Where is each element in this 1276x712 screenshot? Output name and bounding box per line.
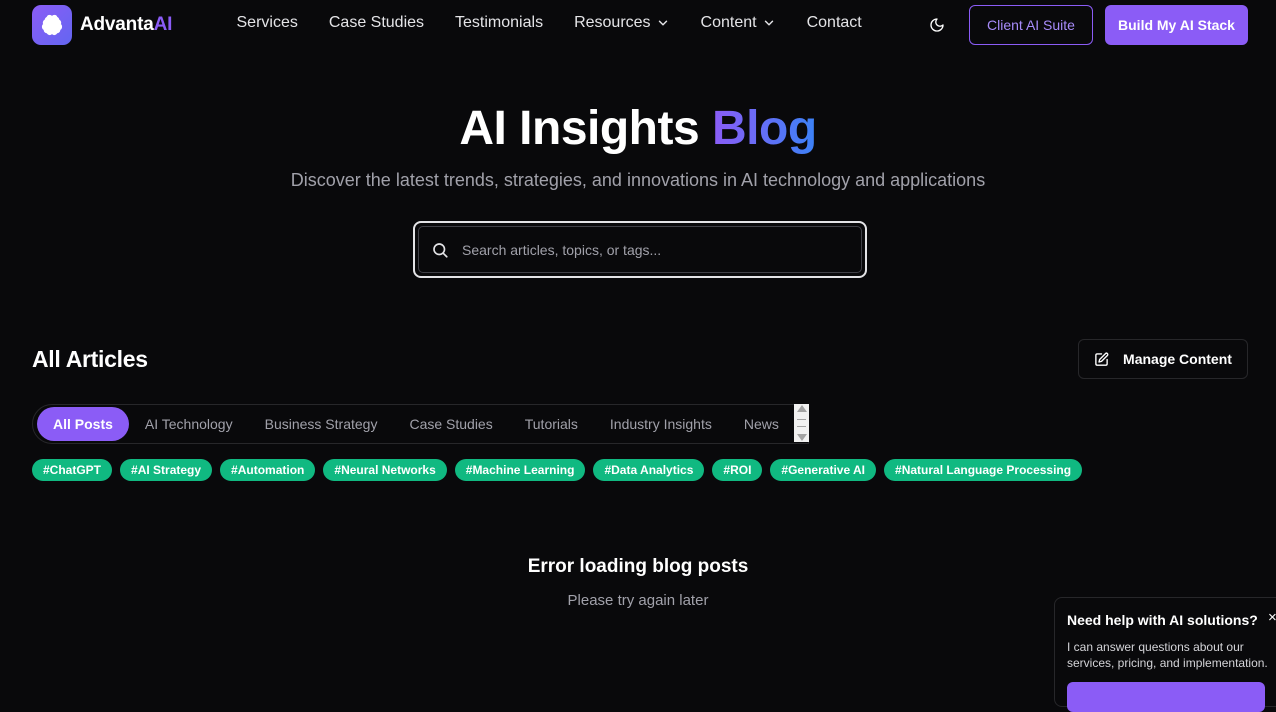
tab-business-strategy[interactable]: Business Strategy: [249, 407, 394, 441]
chat-start-button[interactable]: [1067, 682, 1265, 712]
brain-icon: [32, 5, 72, 45]
logo[interactable]: AdvantaAI: [32, 5, 172, 45]
tag-chatgpt[interactable]: #ChatGPT: [32, 459, 113, 481]
nav-label: Testimonials: [455, 14, 544, 31]
tab-news[interactable]: News: [728, 407, 795, 441]
search-field: [418, 226, 862, 273]
search-box: [413, 221, 867, 278]
nav-label: Content: [700, 14, 757, 31]
tag-machine-learning[interactable]: #Machine Learning: [454, 459, 586, 481]
chevron-down-icon: [658, 20, 667, 26]
page-subtitle: Discover the latest trends, strategies, …: [290, 170, 986, 190]
logo-accent: AI: [153, 14, 173, 35]
chat-title: Need help with AI solutions?: [1067, 612, 1258, 628]
logo-text: AdvantaAI: [80, 14, 173, 35]
tab-industry-insights[interactable]: Industry Insights: [594, 407, 728, 441]
chevron-down-icon: [764, 20, 773, 26]
search-input[interactable]: [460, 227, 861, 272]
edit-icon: [1095, 352, 1109, 366]
nav-content[interactable]: Content: [685, 14, 791, 32]
nav-label: Case Studies: [328, 14, 425, 31]
main-nav: Services Case Studies Testimonials Resou…: [221, 14, 877, 32]
scroll-up-arrow-icon[interactable]: [796, 405, 807, 412]
client-ai-suite-button[interactable]: Client AI Suite: [969, 5, 1093, 45]
nav-label: Resources: [574, 14, 651, 31]
chat-popup: Need help with AI solutions? I can answe…: [1054, 597, 1276, 712]
title-text: AI Insights: [459, 102, 700, 155]
scroll-down-arrow-icon[interactable]: [796, 434, 807, 441]
site-header: AdvantaAI Services Case Studies Testimon…: [0, 0, 1276, 50]
nav-label: Contact: [806, 14, 862, 31]
manage-content-label: Manage Content: [1123, 351, 1232, 367]
search-icon: [431, 241, 449, 259]
nav-contact[interactable]: Contact: [791, 14, 877, 32]
build-ai-stack-button[interactable]: Build My AI Stack: [1105, 5, 1248, 45]
nav-case-studies[interactable]: Case Studies: [313, 14, 439, 32]
nav-testimonials[interactable]: Testimonials: [440, 14, 559, 32]
section-title: All Articles: [32, 346, 148, 372]
tag-neural-networks[interactable]: #Neural Networks: [323, 459, 447, 481]
tag-automation[interactable]: #Automation: [220, 459, 316, 481]
manage-content-button[interactable]: Manage Content: [1078, 339, 1248, 379]
theme-toggle[interactable]: [926, 14, 948, 36]
tag-roi[interactable]: #ROI: [712, 459, 763, 481]
moon-icon: [930, 18, 944, 32]
nav-label: Services: [236, 14, 298, 31]
tabs-scrollbar[interactable]: [794, 404, 809, 442]
error-title: Error loading blog posts: [527, 556, 749, 577]
nav-services[interactable]: Services: [221, 14, 313, 32]
tab-case-studies[interactable]: Case Studies: [393, 407, 508, 441]
tag-generative-ai[interactable]: #Generative AI: [770, 459, 877, 481]
tag-data-analytics[interactable]: #Data Analytics: [593, 459, 705, 481]
page-title: AI Insights Blog: [0, 100, 1276, 158]
tag-list: #ChatGPT #AI Strategy #Automation #Neura…: [32, 459, 1083, 481]
tag-ai-strategy[interactable]: #AI Strategy: [120, 459, 213, 481]
tab-tutorials[interactable]: Tutorials: [509, 407, 594, 441]
tab-ai-technology[interactable]: AI Technology: [129, 407, 249, 441]
title-accent: Blog: [712, 102, 817, 155]
close-icon[interactable]: ×: [1268, 609, 1276, 626]
chat-body: I can answer questions about our service…: [1067, 640, 1268, 670]
nav-resources[interactable]: Resources: [559, 14, 685, 32]
tab-all-posts[interactable]: All Posts: [37, 407, 129, 441]
scroll-thumb[interactable]: [797, 419, 806, 427]
tag-natural-language-processing[interactable]: #Natural Language Processing: [884, 459, 1083, 481]
category-tabs: All Posts AI Technology Business Strateg…: [32, 404, 809, 444]
